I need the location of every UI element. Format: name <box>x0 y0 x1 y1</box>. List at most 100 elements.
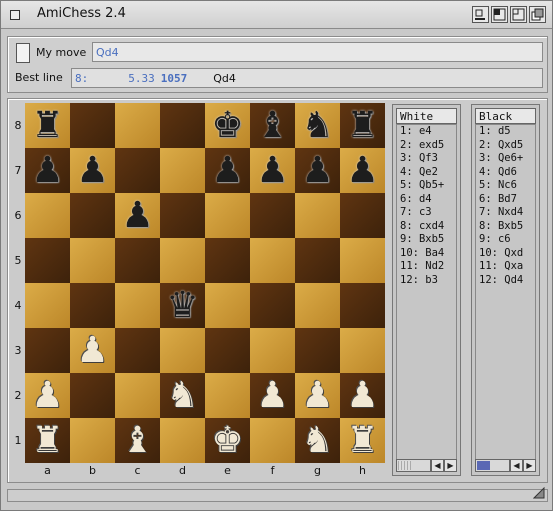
black-scrollbar[interactable]: ◀ ▶ <box>475 459 536 472</box>
move-item[interactable]: 11: Qxa <box>476 260 535 274</box>
square-d6[interactable] <box>160 193 205 238</box>
black-pawn-icon[interactable]: ♟ <box>205 148 250 193</box>
move-item[interactable]: 5: Nc6 <box>476 179 535 193</box>
square-h6[interactable] <box>340 193 385 238</box>
move-item[interactable]: 7: c3 <box>397 206 456 220</box>
square-c8[interactable] <box>115 103 160 148</box>
move-item[interactable]: 10: Ba4 <box>397 247 456 261</box>
minimize-icon[interactable] <box>510 6 527 23</box>
close-icon[interactable] <box>10 10 20 20</box>
move-item[interactable]: 9: Bxb5 <box>397 233 456 247</box>
white-scrollbar[interactable]: ◀ ▶ <box>396 459 457 472</box>
white-pawn-icon[interactable]: ♟ <box>340 373 385 418</box>
scroll-right-icon[interactable]: ▶ <box>523 459 536 472</box>
white-pawn-icon[interactable]: ♟ <box>295 373 340 418</box>
white-pawn-icon[interactable]: ♟ <box>250 373 295 418</box>
my-move-checkbox[interactable] <box>16 43 30 63</box>
square-f5[interactable] <box>250 238 295 283</box>
square-b1[interactable] <box>70 418 115 463</box>
move-item[interactable]: 3: Qe6+ <box>476 152 535 166</box>
black-bishop-icon[interactable]: ♝ <box>250 103 295 148</box>
square-c3[interactable] <box>115 328 160 373</box>
square-h4[interactable] <box>340 283 385 328</box>
square-e3[interactable] <box>205 328 250 373</box>
zoom-icon[interactable] <box>491 6 508 23</box>
move-item[interactable]: 1: d5 <box>476 125 535 139</box>
iconify-icon[interactable] <box>472 6 489 23</box>
move-item[interactable]: 3: Qf3 <box>397 152 456 166</box>
white-bishop-icon[interactable]: ♝ <box>115 418 160 463</box>
square-f1[interactable] <box>250 418 295 463</box>
move-item[interactable]: 8: cxd4 <box>397 220 456 234</box>
move-item[interactable]: 10: Qxd <box>476 247 535 261</box>
square-e5[interactable] <box>205 238 250 283</box>
square-b4[interactable] <box>70 283 115 328</box>
move-item[interactable]: 12: Qd4 <box>476 274 535 288</box>
scroll-right-icon[interactable]: ▶ <box>444 459 457 472</box>
square-c2[interactable] <box>115 373 160 418</box>
square-b8[interactable] <box>70 103 115 148</box>
square-b2[interactable] <box>70 373 115 418</box>
move-item[interactable]: 5: Qb5+ <box>397 179 456 193</box>
move-item[interactable]: 12: b3 <box>397 274 456 288</box>
black-pawn-icon[interactable]: ♟ <box>115 193 160 238</box>
move-item[interactable]: 11: Nd2 <box>397 260 456 274</box>
white-rook-icon[interactable]: ♜ <box>25 418 70 463</box>
move-item[interactable]: 7: Nxd4 <box>476 206 535 220</box>
black-pawn-icon[interactable]: ♟ <box>25 148 70 193</box>
move-item[interactable]: 6: Bd7 <box>476 193 535 207</box>
square-g3[interactable] <box>295 328 340 373</box>
move-item[interactable]: 4: Qe2 <box>397 166 456 180</box>
square-g4[interactable] <box>295 283 340 328</box>
black-move-list[interactable]: Black 1: d5 2: Qxd5 3: Qe6+ 4: Qd6 5: Nc6 6: … <box>471 104 540 476</box>
square-d7[interactable] <box>160 148 205 193</box>
white-pawn-icon[interactable]: ♟ <box>25 373 70 418</box>
move-item[interactable]: 9: c6 <box>476 233 535 247</box>
white-knight-icon[interactable]: ♞ <box>160 373 205 418</box>
white-move-list[interactable]: White 1: e4 2: exd5 3: Qf3 4: Qe2 5: Qb5+ 6: … <box>392 104 461 476</box>
title-bar[interactable]: AmiChess 2.4 <box>1 1 552 29</box>
black-rook-icon[interactable]: ♜ <box>25 103 70 148</box>
black-king-icon[interactable]: ♚ <box>205 103 250 148</box>
square-f3[interactable] <box>250 328 295 373</box>
resize-icon[interactable] <box>533 487 545 499</box>
square-b5[interactable] <box>70 238 115 283</box>
black-pawn-icon[interactable]: ♟ <box>340 148 385 193</box>
scroll-left-icon[interactable]: ◀ <box>431 459 444 472</box>
black-pawn-icon[interactable]: ♟ <box>70 148 115 193</box>
move-item[interactable]: 2: exd5 <box>397 139 456 153</box>
white-rook-icon[interactable]: ♜ <box>340 418 385 463</box>
depth-icon[interactable] <box>529 6 546 23</box>
black-scroll-knob[interactable] <box>477 461 491 470</box>
black-pawn-icon[interactable]: ♟ <box>250 148 295 193</box>
square-c5[interactable] <box>115 238 160 283</box>
chess-board[interactable]: ♜ ♚ ♝ ♞ ♜ ♟ ♟ ♟ ♟ ♟ ♟ ♟ ♛ ♟ ♟ ♞ ♟ ♟ ♟ ♜ ♝ ♚ ♞ ♜ <box>25 103 386 463</box>
scroll-left-icon[interactable]: ◀ <box>510 459 523 472</box>
square-e6[interactable] <box>205 193 250 238</box>
square-c4[interactable] <box>115 283 160 328</box>
move-item[interactable]: 4: Qd6 <box>476 166 535 180</box>
square-f4[interactable] <box>250 283 295 328</box>
move-item[interactable]: 6: d4 <box>397 193 456 207</box>
square-h3[interactable] <box>340 328 385 373</box>
square-e4[interactable] <box>205 283 250 328</box>
my-move-field[interactable]: Qd4 <box>92 42 543 62</box>
square-e2[interactable] <box>205 373 250 418</box>
white-knight-icon[interactable]: ♞ <box>295 418 340 463</box>
white-pawn-icon[interactable]: ♟ <box>70 328 115 373</box>
black-pawn-icon[interactable]: ♟ <box>295 148 340 193</box>
square-a5[interactable] <box>25 238 70 283</box>
square-g6[interactable] <box>295 193 340 238</box>
black-knight-icon[interactable]: ♞ <box>295 103 340 148</box>
move-item[interactable]: 1: e4 <box>397 125 456 139</box>
white-king-icon[interactable]: ♚ <box>205 418 250 463</box>
black-rook-icon[interactable]: ♜ <box>340 103 385 148</box>
square-d1[interactable] <box>160 418 205 463</box>
white-scroll-knob[interactable] <box>398 461 412 470</box>
square-a6[interactable] <box>25 193 70 238</box>
black-queen-icon[interactable]: ♛ <box>160 283 205 328</box>
square-g5[interactable] <box>295 238 340 283</box>
square-h5[interactable] <box>340 238 385 283</box>
square-a3[interactable] <box>25 328 70 373</box>
move-item[interactable]: 8: Bxb5 <box>476 220 535 234</box>
